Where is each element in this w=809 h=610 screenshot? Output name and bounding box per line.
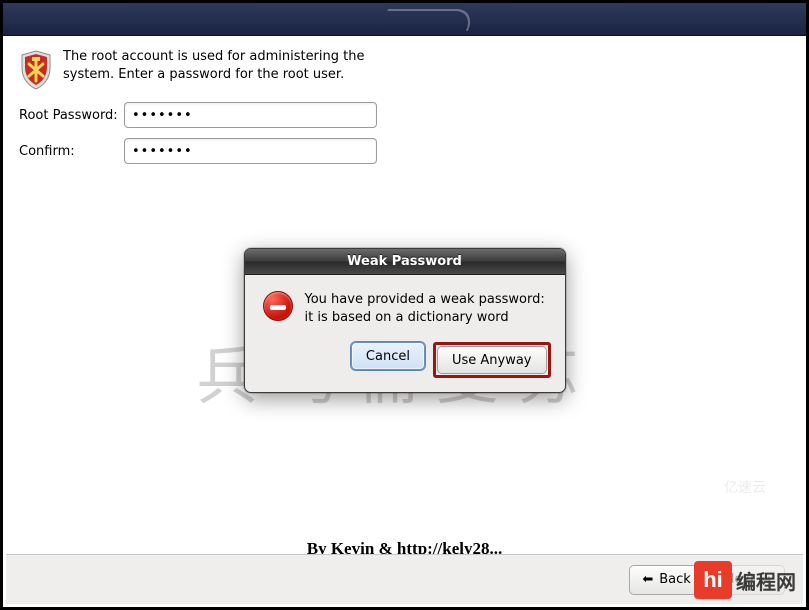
next-button[interactable]: Next ➡ (712, 565, 785, 595)
use-anyway-highlight: Use Anyway (433, 342, 551, 378)
weak-password-dialog: Weak Password You have provided a weak p… (244, 248, 566, 393)
installer-header (3, 3, 806, 36)
next-button-label: Next (725, 572, 755, 587)
use-anyway-button[interactable]: Use Anyway (437, 346, 547, 374)
arrow-right-icon: ➡ (761, 572, 772, 587)
header-decoration (378, 9, 478, 31)
back-button-label: Back (659, 572, 691, 587)
root-password-label: Root Password: (19, 108, 124, 123)
root-password-input[interactable] (124, 102, 377, 128)
footer-bar: ⬅ Back Next ➡ (6, 554, 803, 604)
cancel-button[interactable]: Cancel (351, 342, 425, 370)
confirm-password-label: Confirm: (19, 144, 124, 159)
dialog-title: Weak Password (245, 249, 565, 275)
shield-icon (19, 50, 53, 90)
back-button[interactable]: ⬅ Back (629, 565, 703, 595)
confirm-password-input[interactable] (124, 138, 377, 164)
dialog-message: You have provided a weak password: it is… (305, 291, 547, 326)
intro-text: The root account is used for administeri… (63, 48, 373, 83)
faint-watermark: 亿速云 (724, 477, 766, 497)
error-icon (263, 291, 293, 321)
arrow-left-icon: ⬅ (642, 572, 653, 587)
